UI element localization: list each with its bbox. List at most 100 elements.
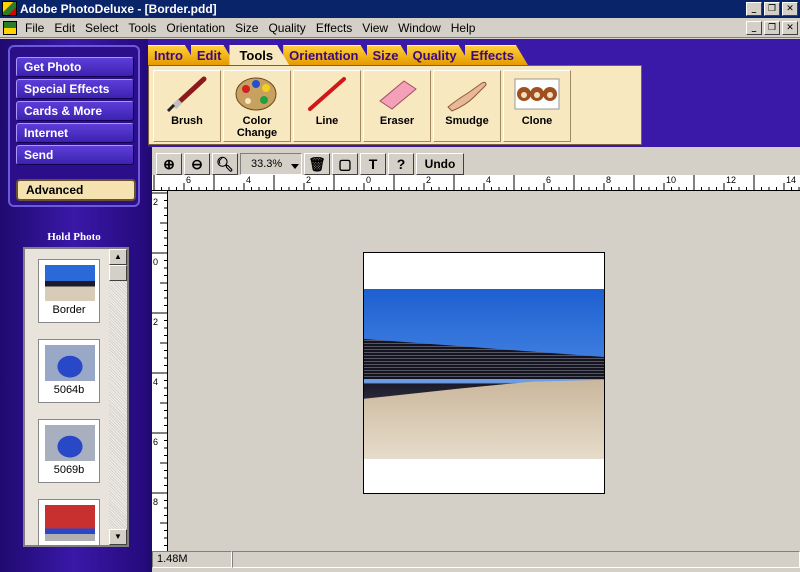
thumbnail-border[interactable]: Border [38, 259, 100, 323]
thumbnail-4[interactable] [38, 499, 100, 545]
internet-button[interactable]: Internet [16, 123, 134, 143]
undo-button[interactable]: Undo [416, 153, 464, 175]
window-controls: _ ❐ ✕ [746, 2, 798, 16]
tab-edit[interactable]: Edit [191, 45, 236, 65]
thumbnail-image [45, 505, 95, 541]
sidebar: Get Photo Special Effects Cards & More I… [0, 39, 148, 572]
scroll-down-icon[interactable]: ▼ [109, 529, 127, 545]
hold-photo-list: Border 5064b 5069b ▲ ▼ [23, 247, 129, 547]
menu-quality[interactable]: Quality [263, 18, 310, 38]
tool-panel: Brush Color Change Line Eraser Smudge Cl… [148, 65, 642, 145]
hold-photo-scrollbar[interactable]: ▲ ▼ [109, 249, 127, 545]
eraser-icon [379, 80, 417, 110]
clone-label: Clone [521, 115, 553, 127]
zoom-in-icon[interactable]: ⊕ [156, 153, 182, 175]
menu-orientation[interactable]: Orientation [161, 18, 230, 38]
zoom-level-field[interactable]: 33.3% [240, 153, 302, 175]
line-icon [308, 77, 346, 111]
clone-tool-button[interactable]: Clone [503, 70, 571, 142]
thumbnail-5064b[interactable]: 5064b [38, 339, 100, 403]
close-button[interactable]: ✕ [782, 2, 798, 16]
ruler-label: 2 [153, 197, 159, 207]
restore-button[interactable]: ❐ [764, 2, 780, 16]
ruler-label: 2 [153, 317, 159, 327]
ruler-label: 2 [306, 175, 312, 185]
cards-more-button[interactable]: Cards & More [16, 101, 134, 121]
line-label: Line [315, 115, 339, 127]
thumbnail-caption: 5069b [53, 464, 85, 476]
doc-restore-button[interactable]: ❐ [764, 21, 780, 35]
menu-edit[interactable]: Edit [49, 18, 80, 38]
menu-view[interactable]: View [357, 18, 393, 38]
photo-with-border[interactable] [363, 252, 605, 494]
special-effects-button[interactable]: Special Effects [16, 79, 134, 99]
ruler-label: 4 [153, 377, 159, 387]
eraser-tool-button[interactable]: Eraser [363, 70, 431, 142]
color-change-tool-button[interactable]: Color Change [223, 70, 291, 142]
hold-photo-label: Hold Photo [47, 231, 101, 243]
chevron-down-icon[interactable] [291, 164, 299, 169]
smudge-finger-icon [447, 81, 487, 112]
doc-minimize-button[interactable]: _ [746, 21, 762, 35]
work-area: ⊕ ⊖ 🔍︎ 33.3% 🗑︎ ▢ T ? Undo 6 4 2 0 2 4 6… [148, 147, 800, 572]
scroll-thumb[interactable] [109, 265, 127, 281]
menu-effects[interactable]: Effects [311, 18, 357, 38]
app-icon [2, 1, 17, 16]
canvas-area[interactable] [169, 192, 800, 550]
menu-file[interactable]: File [20, 18, 49, 38]
tab-size[interactable]: Size [367, 45, 413, 65]
document-icon[interactable] [3, 21, 17, 35]
menu-tools[interactable]: Tools [123, 18, 161, 38]
menu-size[interactable]: Size [230, 18, 263, 38]
tab-intro[interactable]: Intro [148, 45, 197, 65]
file-size-status: 1.48M [152, 551, 232, 568]
ruler-label: 8 [153, 497, 159, 507]
status-bar: 1.48M [152, 551, 800, 568]
brush-icon [166, 76, 207, 113]
view-toolbar: ⊕ ⊖ 🔍︎ 33.3% 🗑︎ ▢ T ? Undo [156, 151, 464, 177]
tab-effects[interactable]: Effects [465, 45, 528, 65]
fence-shape [364, 339, 604, 379]
ruler-label: 6 [186, 175, 192, 185]
scroll-up-icon[interactable]: ▲ [109, 249, 127, 265]
desert-fence-photo [364, 289, 604, 459]
horizontal-ruler: 6 4 2 0 2 4 6 8 10 12 14 [152, 175, 800, 191]
ruler-label: 0 [366, 175, 372, 185]
magnifier-icon[interactable]: 🔍︎ [212, 153, 238, 175]
ruler-label: 6 [153, 437, 159, 447]
doc-close-button[interactable]: ✕ [782, 21, 798, 35]
get-photo-button[interactable]: Get Photo [16, 57, 134, 77]
tab-orientation[interactable]: Orientation [283, 45, 372, 65]
text-tool-icon[interactable]: T [360, 153, 386, 175]
eraser-label: Eraser [379, 115, 415, 127]
thumbnail-caption: Border [52, 304, 86, 316]
advanced-button[interactable]: Advanced [16, 179, 136, 201]
zoom-out-icon[interactable]: ⊖ [184, 153, 210, 175]
sand-shape [364, 379, 604, 459]
menu-help[interactable]: Help [446, 18, 481, 38]
ruler-label: 4 [486, 175, 492, 185]
frame-icon[interactable]: ▢ [332, 153, 358, 175]
ruler-label: 4 [246, 175, 252, 185]
brush-tool-button[interactable]: Brush [153, 70, 221, 142]
title-bar: Adobe PhotoDeluxe - [Border.pdd] _ ❐ ✕ [0, 0, 800, 18]
tabs-area: Intro Edit Tools Orientation Size Qualit… [148, 39, 800, 147]
thumbnail-5069b[interactable]: 5069b [38, 419, 100, 483]
vertical-ruler: 2 0 2 4 6 8 [152, 191, 168, 551]
palette-icon [235, 77, 277, 111]
minimize-button[interactable]: _ [746, 2, 762, 16]
send-button[interactable]: Send [16, 145, 134, 165]
tab-quality[interactable]: Quality [407, 45, 471, 65]
line-tool-button[interactable]: Line [293, 70, 361, 142]
smudge-tool-button[interactable]: Smudge [433, 70, 501, 142]
thumbnail-image [45, 345, 95, 381]
help-icon[interactable]: ? [388, 153, 414, 175]
tab-tools[interactable]: Tools [229, 45, 289, 65]
menu-select[interactable]: Select [80, 18, 123, 38]
trash-icon[interactable]: 🗑︎ [304, 153, 330, 175]
thumbnail-image [45, 425, 95, 461]
brush-label: Brush [171, 115, 203, 127]
thumbnail-caption: 5064b [53, 384, 85, 396]
ruler-label: 0 [153, 257, 159, 267]
menu-window[interactable]: Window [393, 18, 446, 38]
